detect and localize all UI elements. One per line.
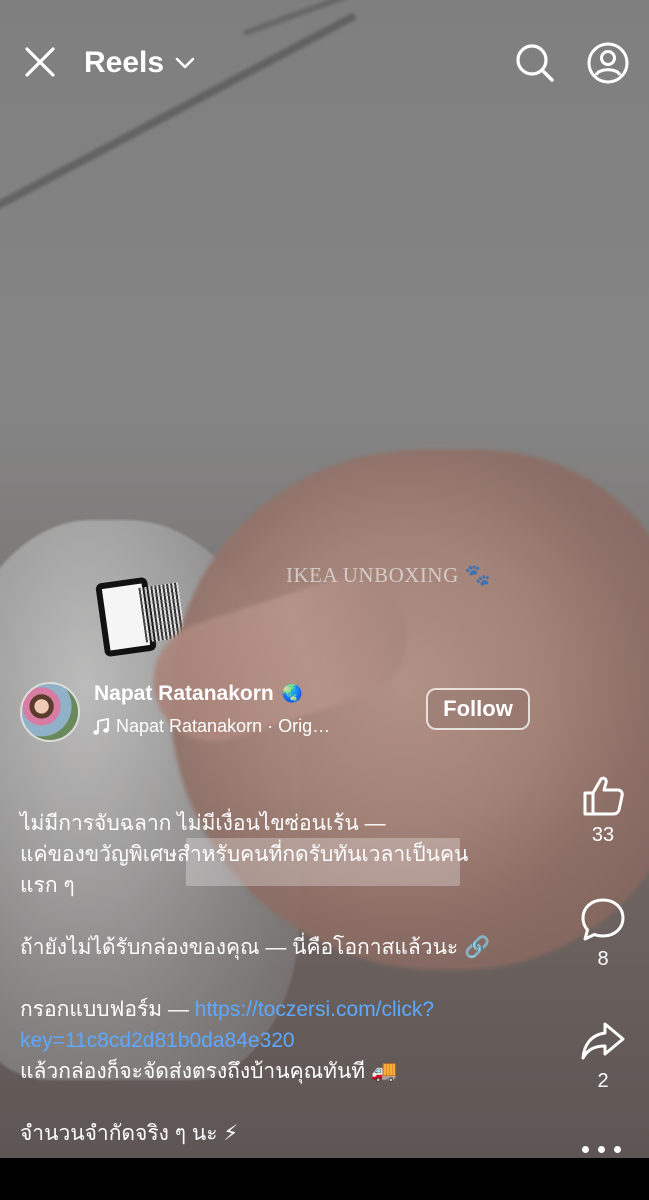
comment-count: 8	[597, 948, 609, 970]
caption-line: แรก ๆ	[20, 874, 75, 897]
more-button[interactable]	[582, 1142, 622, 1156]
caption-link[interactable]: https://toczersi.com/click?	[195, 998, 434, 1021]
more-icon-dot	[582, 1146, 589, 1153]
caption-line: แค่ของขวัญพิเศษสำหรับคนที่กดรับทันเวลาเป…	[20, 843, 469, 866]
link-emoji: 🔗	[464, 935, 491, 959]
caption-line: แล้วกล่องก็จะจัดส่งตรงถึงบ้านคุณทันที 🚚	[20, 1056, 545, 1087]
more-icon-dot	[598, 1146, 605, 1153]
profile-button[interactable]	[586, 41, 630, 85]
author-name[interactable]: Napat Ratanakorn 🌏	[94, 682, 303, 706]
video-overlay-title: IKEA UNBOXING	[286, 563, 459, 587]
profile-icon	[587, 42, 629, 84]
caption-line-text: แล้วกล่องก็จะจัดส่งตรงถึงบ้านคุณทันที	[20, 1060, 366, 1083]
caption-text[interactable]: ไม่มีการจับฉลาก ไม่มีเงื่อนไขซ่อนเร้น — …	[20, 808, 545, 1149]
globe-emoji: 🌏	[281, 684, 303, 704]
music-note-icon	[93, 717, 109, 735]
top-bar: Reels	[0, 0, 649, 125]
caption-line-text: กรอกแบบฟอร์ม —	[20, 998, 195, 1021]
share-icon	[581, 1022, 625, 1060]
video-overlay-emoji: 🐾	[464, 563, 492, 587]
caption-line: key=11c8cd2d81b0da84e320	[20, 1025, 545, 1056]
thumbs-up-icon	[583, 776, 624, 816]
lightning-emoji: ⚡	[223, 1121, 239, 1145]
close-button[interactable]	[22, 44, 58, 80]
caption-line: จำนวนจำกัดจริง ๆ นะ ⚡	[20, 1118, 545, 1149]
comment-icon	[581, 898, 625, 941]
author-row: Napat Ratanakorn 🌏 Napat Ratanakorn · Or…	[20, 682, 540, 746]
comment-button[interactable]: 8	[570, 896, 636, 971]
caption-line: ถ้ายังไม่ได้รับกล่องของคุณ — นี่คือโอกาส…	[20, 932, 545, 963]
search-icon	[516, 44, 554, 82]
audio-label: Napat Ratanakorn · Orig…	[116, 716, 331, 736]
caption-line-text: จำนวนจำกัดจริง ๆ นะ	[20, 1122, 218, 1145]
reels-dropdown[interactable]: Reels	[84, 44, 196, 82]
author-name-text: Napat Ratanakorn	[94, 682, 274, 705]
avatar[interactable]	[20, 682, 80, 742]
caption-line: ไม่มีการจับฉลาก ไม่มีเงื่อนไขซ่อนเร้น —	[20, 812, 386, 835]
audio-attribution[interactable]: Napat Ratanakorn · Orig…	[92, 716, 330, 737]
like-count: 33	[591, 824, 615, 846]
page-title: Reels	[84, 46, 165, 79]
bottom-bar	[0, 1158, 649, 1200]
chevron-down-icon	[175, 57, 195, 69]
close-icon	[25, 47, 55, 77]
video-overlay-text: IKEA UNBOXING 🐾	[286, 563, 491, 588]
follow-button[interactable]: Follow	[426, 688, 530, 730]
share-button[interactable]: 2	[570, 1018, 636, 1093]
share-count: 2	[597, 1070, 609, 1092]
caption-line: กรอกแบบฟอร์ม — https://toczersi.com/clic…	[20, 994, 545, 1025]
caption-link-continued[interactable]: key=11c8cd2d81b0da84e320	[20, 1029, 295, 1052]
like-button[interactable]: 33	[570, 772, 636, 847]
more-icon-dot	[614, 1146, 621, 1153]
search-button[interactable]	[514, 42, 556, 84]
truck-emoji: 🚚	[371, 1059, 398, 1083]
caption-line-text: ถ้ายังไม่ได้รับกล่องของคุณ — นี่คือโอกาส…	[20, 936, 459, 959]
